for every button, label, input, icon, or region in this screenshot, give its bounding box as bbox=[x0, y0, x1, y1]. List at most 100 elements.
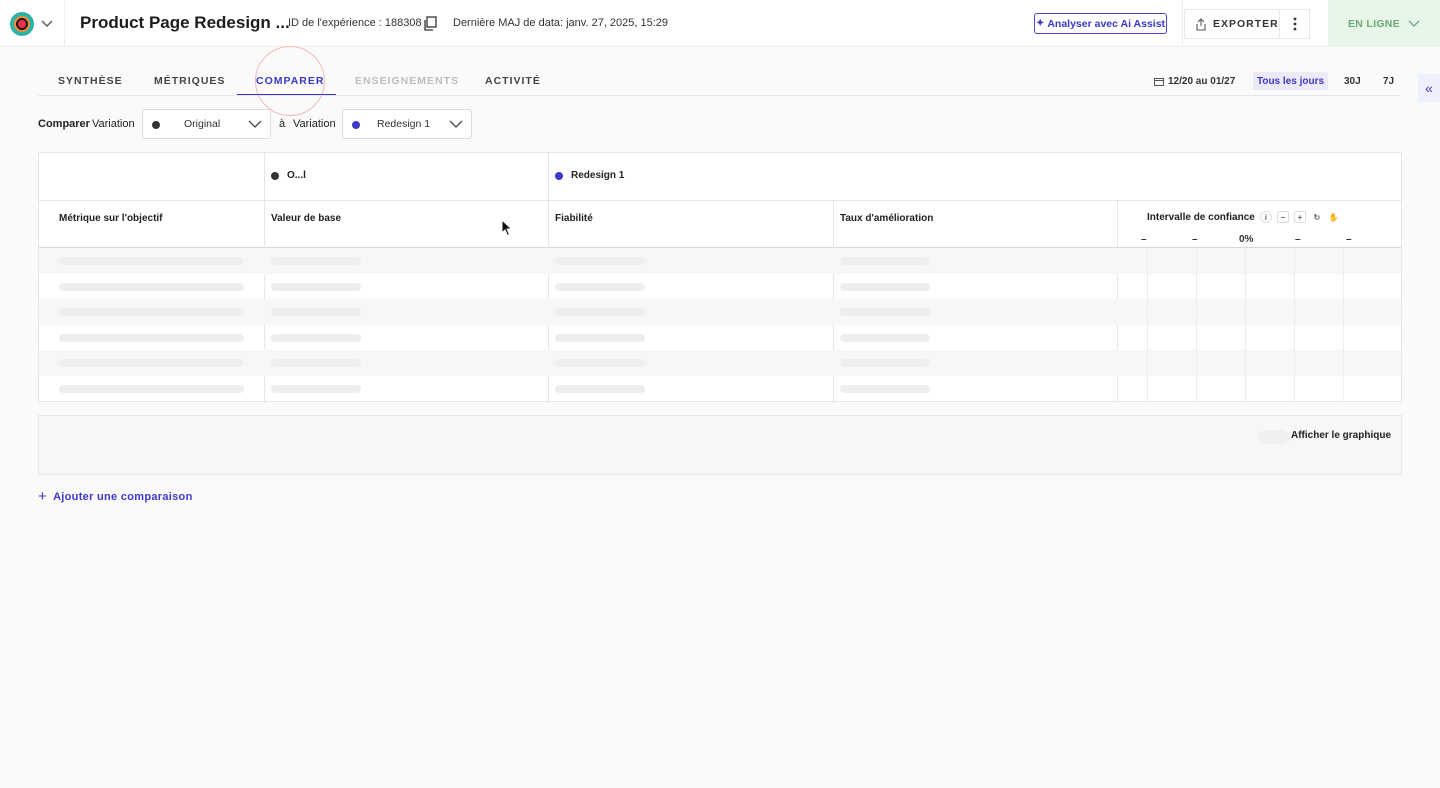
add-comparison-label: Ajouter une comparaison bbox=[53, 490, 193, 503]
chevron-down-icon bbox=[1408, 20, 1420, 27]
table-divider bbox=[39, 200, 1401, 201]
date-range-label: 12/20 au 01/27 bbox=[1168, 76, 1236, 87]
variation-select-value: Original bbox=[184, 118, 221, 130]
calendar-icon bbox=[1154, 78, 1164, 86]
variation-color-dot bbox=[271, 171, 279, 180]
compare-label: Comparer bbox=[38, 118, 90, 130]
ci-gridline bbox=[1294, 248, 1295, 403]
reset-icon[interactable]: ↻ bbox=[1310, 211, 1323, 223]
variation-color-dot bbox=[352, 121, 360, 129]
zoom-in-icon[interactable]: + bbox=[1293, 211, 1306, 223]
chevron-down-icon[interactable] bbox=[40, 16, 54, 30]
show-chart-button[interactable]: Afficher le graphique bbox=[1291, 430, 1391, 441]
date-range-picker[interactable]: 12/20 au 01/27 bbox=[1154, 76, 1235, 87]
variation-label: Variation bbox=[92, 118, 135, 130]
header-divider bbox=[64, 0, 65, 47]
ci-axis-tick: – bbox=[1192, 234, 1198, 245]
ai-assist-button[interactable]: ✦ Analyser avec Ai Assist bbox=[1034, 13, 1167, 34]
top-header: Product Page Redesign ... ID de l'expéri… bbox=[0, 0, 1440, 47]
tab-activite[interactable]: ACTIVITÉ bbox=[485, 66, 541, 96]
loading-skeleton bbox=[271, 257, 361, 265]
variation-select-left[interactable]: Original bbox=[142, 109, 271, 139]
loading-skeleton bbox=[59, 282, 244, 291]
loading-skeleton bbox=[271, 384, 361, 393]
loading-skeleton bbox=[59, 384, 244, 393]
column-header-metric: Métrique sur l'objectif bbox=[59, 213, 163, 224]
chart-toggle[interactable] bbox=[1259, 430, 1289, 444]
chevron-down-icon bbox=[449, 120, 463, 128]
header-divider bbox=[1182, 0, 1183, 47]
tab-metriques[interactable]: MÉTRIQUES bbox=[154, 66, 225, 96]
variation-b-name: Redesign 1 bbox=[571, 170, 625, 181]
loading-skeleton bbox=[840, 384, 930, 393]
loading-skeleton bbox=[555, 257, 645, 265]
status-label: EN LIGNE bbox=[1348, 17, 1400, 30]
info-icon[interactable]: i bbox=[1259, 211, 1272, 223]
column-header-confidence: Intervalle de confiance i − + ↻ ✋ bbox=[1147, 211, 1340, 223]
loading-skeleton bbox=[59, 333, 244, 342]
loading-skeleton bbox=[271, 308, 361, 316]
variation-color-dot bbox=[152, 121, 160, 129]
loading-skeleton bbox=[840, 257, 930, 265]
variation-color-dot bbox=[555, 171, 563, 180]
variation-a-header: O...l bbox=[271, 170, 306, 181]
ci-gridline bbox=[1147, 248, 1148, 403]
loading-skeleton bbox=[840, 308, 930, 316]
ci-axis-tick: – bbox=[1141, 234, 1147, 245]
variation-b-header: Redesign 1 bbox=[555, 170, 624, 181]
loading-skeleton bbox=[555, 308, 645, 316]
collapse-panel-icon[interactable]: « bbox=[1418, 74, 1440, 102]
loading-skeleton bbox=[555, 282, 645, 291]
variation-select-value: Redesign 1 bbox=[377, 118, 431, 130]
sparkle-icon: ✦ bbox=[1035, 18, 1045, 29]
loading-skeleton bbox=[555, 359, 645, 367]
loading-skeleton bbox=[840, 333, 930, 342]
ai-assist-label: Analyser avec Ai Assist bbox=[1047, 17, 1166, 30]
last-update-text: Dernière MAJ de data: janv. 27, 2025, 15… bbox=[453, 17, 669, 29]
chevron-down-icon bbox=[248, 120, 262, 128]
add-comparison-button[interactable]: + Ajouter une comparaison bbox=[38, 488, 193, 505]
loading-skeleton bbox=[59, 308, 244, 316]
period-all-days[interactable]: Tous les jours bbox=[1253, 72, 1328, 90]
variation-a-name: O...l bbox=[287, 170, 306, 181]
mouse-cursor-icon bbox=[501, 219, 513, 237]
loading-skeleton bbox=[271, 359, 361, 367]
page-title: Product Page Redesign ... bbox=[80, 13, 290, 32]
comparison-table: O...l Redesign 1 Métrique sur l'objectif… bbox=[38, 152, 1402, 403]
ci-gridline bbox=[1196, 248, 1197, 403]
pan-icon[interactable]: ✋ bbox=[1327, 211, 1340, 223]
tabs-divider bbox=[38, 95, 1400, 96]
loading-skeleton bbox=[555, 333, 645, 342]
experience-id: ID de l'expérience : 188308 bbox=[288, 17, 422, 29]
status-dropdown[interactable]: EN LIGNE bbox=[1328, 0, 1440, 47]
period-30-days[interactable]: 30J bbox=[1344, 76, 1361, 87]
tab-enseignements[interactable]: ENSEIGNEMENTS bbox=[355, 66, 459, 96]
loading-skeleton bbox=[840, 282, 930, 291]
loading-skeleton bbox=[59, 257, 244, 265]
ci-gridline bbox=[1343, 248, 1344, 403]
loading-skeleton bbox=[555, 384, 645, 393]
more-options-button[interactable] bbox=[1280, 9, 1310, 39]
copy-icon[interactable] bbox=[423, 16, 437, 31]
app-logo[interactable] bbox=[10, 12, 34, 36]
plus-icon: + bbox=[38, 488, 48, 505]
chart-panel: Afficher le graphique bbox=[38, 415, 1402, 475]
more-vertical-icon bbox=[1293, 17, 1296, 31]
to-label: à bbox=[279, 118, 286, 130]
zoom-out-icon[interactable]: − bbox=[1276, 211, 1289, 223]
tab-comparer[interactable]: COMPARER bbox=[256, 66, 324, 96]
ci-gridline bbox=[1245, 248, 1246, 403]
variation-label: Variation bbox=[293, 118, 336, 130]
export-label: EXPORTER bbox=[1213, 18, 1279, 30]
loading-skeleton bbox=[59, 359, 244, 367]
period-7-days[interactable]: 7J bbox=[1383, 76, 1394, 87]
confidence-label: Intervalle de confiance bbox=[1147, 211, 1255, 223]
loading-skeleton bbox=[840, 359, 930, 367]
column-header-improvement: Taux d'amélioration bbox=[840, 213, 934, 224]
variation-select-right[interactable]: Redesign 1 bbox=[342, 109, 472, 139]
column-header-baseline: Valeur de base bbox=[271, 213, 342, 224]
loading-skeleton bbox=[271, 282, 361, 291]
export-button[interactable]: EXPORTER bbox=[1184, 9, 1280, 39]
tab-synthese[interactable]: SYNTHÈSE bbox=[58, 66, 123, 96]
ci-axis-tick: 0% bbox=[1239, 234, 1254, 245]
